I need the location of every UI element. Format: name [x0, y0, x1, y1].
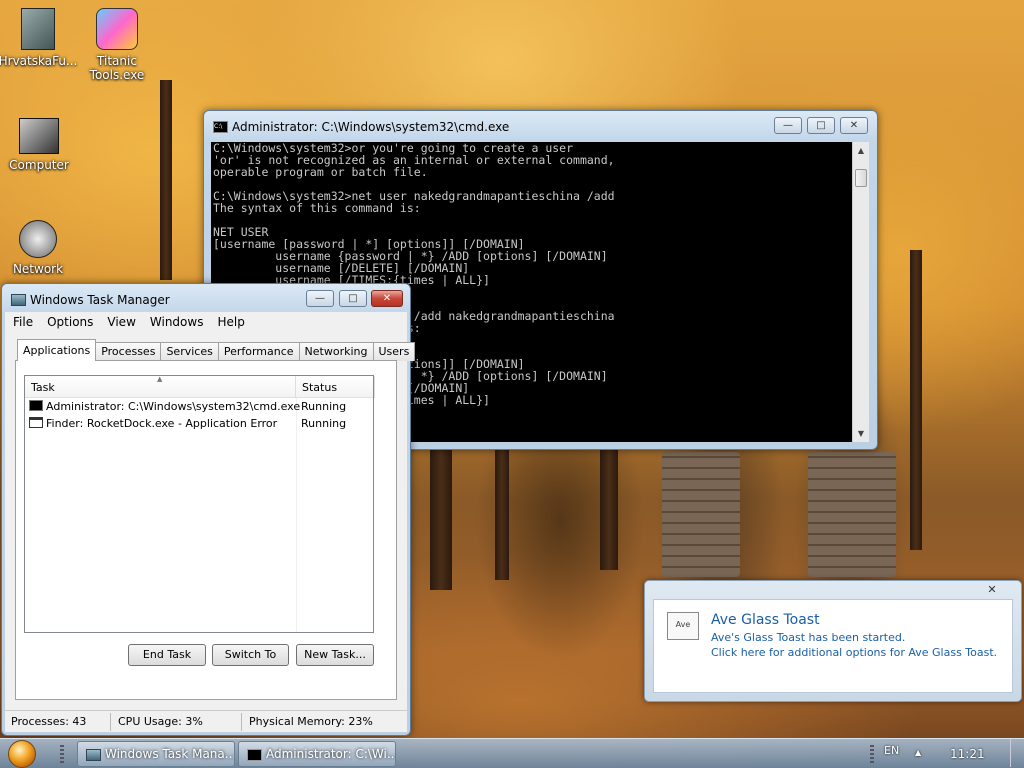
status-bar: Processes: 43 CPU Usage: 3% Physical Mem…	[5, 710, 407, 732]
toast-line-1: Ave's Glass Toast has been started.	[711, 631, 906, 644]
desktop-icon-hrvatska[interactable]: HrvatskaFu...	[0, 8, 78, 68]
menu-view[interactable]: View	[99, 312, 141, 329]
tree-trunk	[910, 250, 922, 550]
menu-file[interactable]: File	[5, 312, 39, 329]
glass-toast[interactable]: ✕ Ave Ave Glass Toast Ave's Glass Toast …	[644, 580, 1022, 702]
maximize-button[interactable]: □	[339, 290, 367, 307]
status-divider	[110, 713, 111, 731]
new-task-button[interactable]: New Task...	[296, 644, 374, 666]
tab-performance[interactable]: Performance	[217, 342, 300, 361]
cmd-icon	[29, 400, 43, 411]
close-button[interactable]: ✕	[840, 117, 868, 134]
tab-users[interactable]: Users	[372, 342, 416, 361]
task-manager-icon	[11, 294, 26, 306]
desktop-icon-label: Network	[12, 262, 64, 276]
menu-windows[interactable]: Windows	[142, 312, 210, 329]
taskbar-button-label: Administrator: C:\Wi...	[266, 747, 396, 761]
menu-bar: File Options View Windows Help	[5, 312, 407, 333]
status-memory: Physical Memory: 23%	[249, 715, 373, 728]
task-name: Finder: RocketDock.exe - Application Err…	[46, 417, 278, 430]
tree-trunk	[600, 450, 618, 570]
window-icon	[29, 417, 43, 428]
column-header-status[interactable]: Status	[297, 376, 375, 398]
scroll-up-icon[interactable]: ▲	[853, 142, 869, 159]
cmd-window-title: Administrator: C:\Windows\system32\cmd.e…	[232, 120, 510, 134]
tray-chevron-icon[interactable]: ▲	[915, 748, 921, 757]
titanic-tools-icon	[96, 8, 138, 50]
tray-grip[interactable]	[870, 745, 874, 763]
cmd-icon: C:\	[213, 121, 228, 133]
scroll-thumb[interactable]	[855, 169, 867, 187]
ave-icon: Ave	[667, 612, 699, 640]
tab-applications[interactable]: Applications	[17, 339, 97, 361]
console-scrollbar[interactable]: ▲ ▼	[852, 142, 869, 442]
taskbar-button-cmd[interactable]: Administrator: C:\Wi...	[238, 741, 396, 767]
taskbar-button-label: Windows Task Mana...	[105, 747, 235, 761]
tab-services[interactable]: Services	[160, 342, 219, 361]
table-row[interactable]: Administrator: C:\Windows\system32\cmd.e…	[25, 398, 373, 415]
cmd-titlebar[interactable]: C:\ Administrator: C:\Windows\system32\c…	[204, 111, 877, 139]
status-divider	[241, 713, 242, 731]
tab-processes[interactable]: Processes	[95, 342, 162, 361]
applications-panel: Task ▲ Status Administrator: C:\Windows\…	[15, 360, 397, 700]
computer-icon	[19, 118, 59, 154]
task-manager-icon	[86, 749, 101, 761]
tab-strip: Applications Processes Services Performance…	[17, 339, 416, 361]
status-processes: Processes: 43	[11, 715, 87, 728]
tab-networking[interactable]: Networking	[298, 342, 374, 361]
stone-pillar	[808, 452, 896, 577]
desktop-icon-titanic-tools[interactable]: Titanic Tools.exe	[77, 8, 157, 82]
task-manager-window[interactable]: Windows Task Manager — □ ✕ File Options Vi…	[1, 283, 416, 736]
desktop-icon-network[interactable]: Network	[0, 220, 78, 276]
status-cpu: CPU Usage: 3%	[118, 715, 203, 728]
end-task-button[interactable]: End Task	[128, 644, 206, 666]
taskbar-button-task-manager[interactable]: Windows Task Mana...	[77, 741, 235, 767]
toast-title: Ave Glass Toast	[711, 612, 820, 628]
sort-ascending-icon: ▲	[157, 375, 163, 383]
network-icon	[19, 220, 57, 258]
task-status: Running	[301, 400, 347, 413]
language-indicator[interactable]: EN	[884, 744, 899, 757]
menu-help[interactable]: Help	[209, 312, 250, 329]
toast-content[interactable]: Ave Ave Glass Toast Ave's Glass Toast ha…	[653, 599, 1013, 693]
close-icon[interactable]: ✕	[979, 583, 1005, 597]
tree-trunk	[430, 450, 452, 590]
start-orb-icon[interactable]	[8, 740, 36, 768]
task-status: Running	[301, 417, 347, 430]
tree-trunk	[160, 80, 172, 280]
clock[interactable]: 11:21	[950, 747, 985, 761]
desktop-icon-label: Titanic Tools.exe	[89, 54, 145, 82]
stone-pillar	[662, 452, 740, 577]
desktop-icon-label: HrvatskaFu...	[0, 54, 78, 68]
column-divider	[296, 398, 297, 632]
minimize-button[interactable]: —	[306, 290, 334, 307]
switch-to-button[interactable]: Switch To	[212, 644, 289, 666]
scroll-down-icon[interactable]: ▼	[853, 425, 869, 442]
taskbar-grip[interactable]	[60, 745, 64, 763]
task-list[interactable]: Task ▲ Status Administrator: C:\Windows\…	[24, 375, 375, 633]
task-manager-title: Windows Task Manager	[30, 293, 170, 307]
close-button[interactable]: ✕	[371, 290, 403, 307]
taskbar: Windows Task Mana... Administrator: C:\W…	[0, 738, 1024, 768]
cmd-icon	[247, 749, 262, 761]
desktop-icon-computer[interactable]: Computer	[0, 118, 79, 172]
maximize-button[interactable]: □	[807, 117, 835, 134]
table-row[interactable]: Finder: RocketDock.exe - Application Err…	[25, 415, 373, 432]
minimize-button[interactable]: —	[774, 117, 802, 134]
task-manager-body: Applications Processes Services Performance…	[5, 333, 416, 710]
task-manager-titlebar[interactable]: Windows Task Manager — □ ✕	[2, 284, 410, 312]
desktop-icon-label: Computer	[9, 158, 69, 172]
show-desktop-button[interactable]	[1010, 739, 1022, 767]
tree-trunk	[495, 450, 509, 580]
list-header: Task ▲ Status	[25, 375, 375, 398]
toast-line-2[interactable]: Click here for additional options for Av…	[711, 646, 997, 659]
folder-icon	[21, 8, 55, 50]
task-name: Administrator: C:\Windows\system32\cmd.e…	[46, 400, 301, 413]
menu-options[interactable]: Options	[39, 312, 99, 329]
